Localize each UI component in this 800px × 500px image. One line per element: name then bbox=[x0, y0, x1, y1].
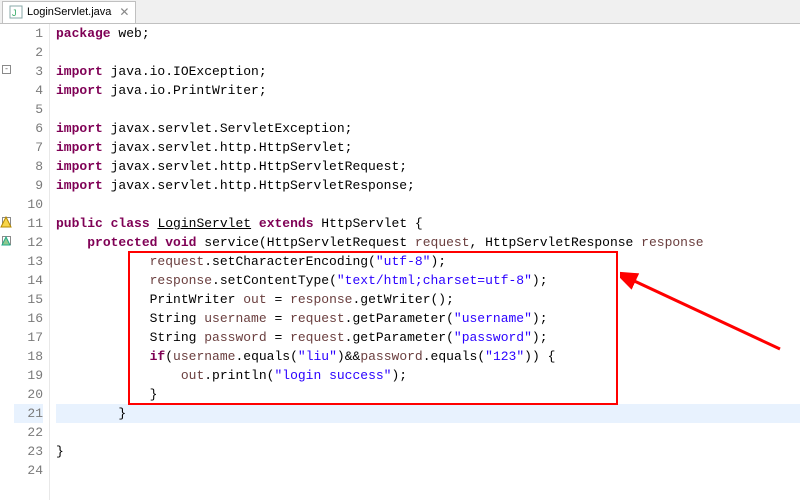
code-line bbox=[56, 100, 800, 119]
line-number: 22 bbox=[14, 423, 43, 442]
fold-toggle-icon[interactable]: - bbox=[2, 65, 11, 74]
tab-title: LoginServlet.java bbox=[27, 6, 111, 18]
tab-bar: J LoginServlet.java ✕ bbox=[0, 0, 800, 24]
code-line: import java.io.PrintWriter; bbox=[56, 81, 800, 100]
line-number: 23 bbox=[14, 442, 43, 461]
line-number: 1 bbox=[14, 24, 43, 43]
code-line: request.setCharacterEncoding("utf-8"); bbox=[56, 252, 800, 271]
code-line: if(username.equals("liu")&&password.equa… bbox=[56, 347, 800, 366]
line-number: 15 bbox=[14, 290, 43, 309]
marker-column: - - - bbox=[0, 24, 14, 500]
code-line: package web; bbox=[56, 24, 800, 43]
svg-text:J: J bbox=[12, 8, 17, 18]
line-number: 13 bbox=[14, 252, 43, 271]
code-line bbox=[56, 195, 800, 214]
code-line: String username = request.getParameter("… bbox=[56, 309, 800, 328]
line-number: 7 bbox=[14, 138, 43, 157]
warning-marker-icon[interactable] bbox=[0, 216, 12, 228]
line-number: 20 bbox=[14, 385, 43, 404]
code-line bbox=[56, 461, 800, 480]
code-line: import javax.servlet.ServletException; bbox=[56, 119, 800, 138]
line-number: 6 bbox=[14, 119, 43, 138]
line-number: 3 bbox=[14, 62, 43, 81]
line-number-gutter: 1 2 3 4 5 6 7 8 9 10 11 12 13 14 15 16 1… bbox=[14, 24, 50, 500]
line-number: 12 bbox=[14, 233, 43, 252]
code-line: response.setContentType("text/html;chars… bbox=[56, 271, 800, 290]
code-line: String password = request.getParameter("… bbox=[56, 328, 800, 347]
code-line: PrintWriter out = response.getWriter(); bbox=[56, 290, 800, 309]
line-number: 5 bbox=[14, 100, 43, 119]
line-number: 17 bbox=[14, 328, 43, 347]
override-marker-icon[interactable] bbox=[0, 235, 12, 247]
line-number: 16 bbox=[14, 309, 43, 328]
line-number: 2 bbox=[14, 43, 43, 62]
code-line: import javax.servlet.http.HttpServletRes… bbox=[56, 176, 800, 195]
line-number: 11 bbox=[14, 214, 43, 233]
line-number: 10 bbox=[14, 195, 43, 214]
code-line: public class LoginServlet extends HttpSe… bbox=[56, 214, 800, 233]
line-number: 18 bbox=[14, 347, 43, 366]
line-number: 14 bbox=[14, 271, 43, 290]
code-line: import java.io.IOException; bbox=[56, 62, 800, 81]
line-number: 8 bbox=[14, 157, 43, 176]
close-icon[interactable]: ✕ bbox=[119, 6, 129, 18]
line-number: 21 bbox=[14, 404, 43, 423]
code-line bbox=[56, 43, 800, 62]
tab-loginservlet[interactable]: J LoginServlet.java ✕ bbox=[2, 1, 136, 23]
line-number: 4 bbox=[14, 81, 43, 100]
code-line: import javax.servlet.http.HttpServlet; bbox=[56, 138, 800, 157]
line-number: 9 bbox=[14, 176, 43, 195]
code-line: } bbox=[56, 385, 800, 404]
code-line: protected void service(HttpServletReques… bbox=[56, 233, 800, 252]
editor-area: - - - 1 2 3 4 5 6 7 8 9 10 11 12 13 14 1… bbox=[0, 24, 800, 500]
java-file-icon: J bbox=[9, 5, 23, 19]
code-line: import javax.servlet.http.HttpServletReq… bbox=[56, 157, 800, 176]
code-line bbox=[56, 423, 800, 442]
code-line: } bbox=[56, 442, 800, 461]
line-number: 19 bbox=[14, 366, 43, 385]
line-number: 24 bbox=[14, 461, 43, 480]
code-line: } bbox=[56, 404, 800, 423]
code-line: out.println("login success"); bbox=[56, 366, 800, 385]
code-text-area[interactable]: package web; import java.io.IOException;… bbox=[50, 24, 800, 500]
